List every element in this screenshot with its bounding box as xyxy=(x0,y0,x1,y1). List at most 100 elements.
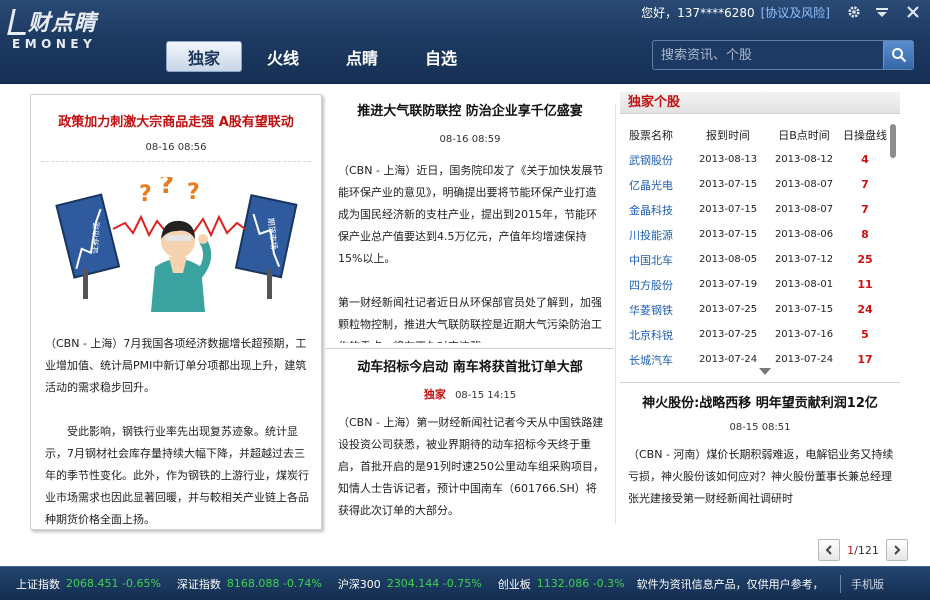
article-title[interactable]: 动车招标今启动 南车将获首批订单大部 xyxy=(326,356,614,375)
market-ticker: 上证指数 2068.451 -0.65% 深证指数 8168.088 -0.74% … xyxy=(0,566,930,600)
emoney-logo: 财点睛 EMONEY xyxy=(7,5,138,53)
mobile-version-link[interactable]: 手机版 xyxy=(851,576,884,592)
table-scrollbar[interactable] xyxy=(890,124,896,158)
exclusive-stocks-table: 股票名称 报到时间 日B点时间 日操盘线 武钢股份 2013-08-13 2013-… xyxy=(620,122,888,372)
index-name: 沪深300 xyxy=(337,577,381,591)
bpoint-date: 2013-08-01 xyxy=(774,279,834,290)
search-icon xyxy=(891,48,906,63)
article-time: 08-15 08:51 xyxy=(729,422,791,433)
bpoint-date: 2013-07-24 xyxy=(774,354,834,365)
index-name: 创业板 xyxy=(497,577,531,591)
report-date: 2013-08-05 xyxy=(698,254,758,265)
market-illustration: 证券市场 期货市场 ? ? ? xyxy=(55,177,298,312)
disclaimer-notice: 软件为资讯信息产品，仅供用户参考， xyxy=(636,577,824,591)
column-header: 日操盘线 xyxy=(843,128,887,142)
stock-name-link[interactable]: 武钢股份 xyxy=(620,152,690,168)
stock-name-link[interactable]: 华菱钢铁 xyxy=(620,302,690,318)
logo-subtext: EMONEY xyxy=(12,37,97,51)
table-row[interactable]: 金晶科技 2013-07-15 2013-08-07 7 xyxy=(620,197,888,222)
chevron-left-icon xyxy=(825,545,832,555)
bpoint-date: 2013-08-12 xyxy=(774,154,834,165)
days-count: 4 xyxy=(861,153,869,166)
featured-article-card[interactable]: 政策加力刺激大宗商品走强 A股有望联动 08-16 08:56 证券市场 期货市… xyxy=(30,94,322,530)
svg-text:?: ? xyxy=(139,182,152,207)
column-header: 报到时间 xyxy=(706,128,750,142)
days-count: 25 xyxy=(857,253,873,266)
tab-hotline[interactable]: 火线 xyxy=(245,41,321,72)
exclusive-tag: 独家 xyxy=(423,388,446,401)
bpoint-date: 2013-07-15 xyxy=(774,304,834,315)
days-count: 17 xyxy=(857,353,873,366)
table-header-row: 股票名称 报到时间 日B点时间 日操盘线 xyxy=(620,122,888,147)
ticker-item[interactable]: 深证指数 8168.088 -0.74% xyxy=(177,576,322,592)
table-row[interactable]: 亿晶光电 2013-07-15 2013-08-07 7 xyxy=(620,172,888,197)
minimize-button[interactable] xyxy=(868,0,896,24)
bpoint-date: 2013-07-12 xyxy=(774,254,834,265)
tab-exclusive[interactable]: 独家 xyxy=(166,41,242,72)
featured-article-time: 08-16 08:56 xyxy=(145,142,207,153)
total-pages: /121 xyxy=(854,543,879,557)
article-paragraph: 第一财经新闻社记者近日从环保部官员处了解到，加强颗粒物控制，推进大气联防联控是近… xyxy=(338,296,602,343)
next-page-button[interactable] xyxy=(886,539,908,561)
stock-name-link[interactable]: 四方股份 xyxy=(620,277,690,293)
table-row[interactable]: 四方股份 2013-07-19 2013-08-01 11 xyxy=(620,272,888,297)
index-value: 8168.088 -0.74% xyxy=(226,577,322,590)
stock-name-link[interactable]: 川投能源 xyxy=(620,227,690,243)
search-input[interactable] xyxy=(653,41,883,69)
article-title[interactable]: 神火股份:战略西移 明年望贡献利润12亿 xyxy=(620,392,900,411)
bpoint-date: 2013-08-06 xyxy=(774,229,834,240)
divider xyxy=(620,382,900,383)
table-row[interactable]: 武钢股份 2013-08-13 2013-08-12 4 xyxy=(620,147,888,172)
close-button[interactable] xyxy=(896,0,930,24)
report-date: 2013-07-25 xyxy=(698,329,758,340)
settings-button[interactable] xyxy=(840,0,868,24)
divider xyxy=(41,161,311,162)
index-value: 2304.144 -0.75% xyxy=(386,577,482,590)
table-row[interactable]: 华菱钢铁 2013-07-25 2013-07-15 24 xyxy=(620,297,888,322)
logo-text: 财点睛 xyxy=(28,11,98,36)
report-date: 2013-07-15 xyxy=(698,204,758,215)
user-greeting: 您好，137****6280 xyxy=(641,5,755,20)
close-icon xyxy=(907,6,919,18)
tab-dianjing[interactable]: 点睛 xyxy=(324,41,400,72)
search-box xyxy=(652,40,914,70)
prev-page-button[interactable] xyxy=(818,539,840,561)
top-right-bar: 您好，137****6280 [协议及风险] xyxy=(641,0,930,24)
report-date: 2013-07-15 xyxy=(698,179,758,190)
main-content: 政策加力刺激大宗商品走强 A股有望联动 08-16 08:56 证券市场 期货市… xyxy=(0,84,930,566)
chevron-right-icon xyxy=(894,545,901,555)
protocol-link[interactable]: [协议及风险] xyxy=(761,4,830,21)
article-title[interactable]: 推进大气联防联控 防治企业享千亿盛宴 xyxy=(326,100,614,119)
days-count: 11 xyxy=(857,278,873,291)
middle-column: 推进大气联防联控 防治企业享千亿盛宴 08-16 08:59 （CBN - 上海… xyxy=(326,94,614,554)
article-time: 08-16 08:59 xyxy=(439,134,501,145)
column-divider xyxy=(615,104,616,524)
divider xyxy=(840,575,841,593)
column-header: 股票名称 xyxy=(629,128,673,142)
table-row[interactable]: 中国北车 2013-08-05 2013-07-12 25 xyxy=(620,247,888,272)
featured-article-title[interactable]: 政策加力刺激大宗商品走强 A股有望联动 xyxy=(31,111,321,130)
stock-name-link[interactable]: 亿晶光电 xyxy=(620,177,690,193)
table-row[interactable]: 川投能源 2013-07-15 2013-08-06 8 xyxy=(620,222,888,247)
table-row[interactable]: 北京科锐 2013-07-25 2013-07-16 5 xyxy=(620,322,888,347)
ticker-item[interactable]: 创业板 1132.086 -0.3% xyxy=(498,576,625,592)
expand-more-icon[interactable] xyxy=(759,368,771,375)
index-value: 2068.451 -0.65% xyxy=(66,577,161,590)
ticker-item[interactable]: 沪深300 2304.144 -0.75% xyxy=(338,576,482,592)
stock-name-link[interactable]: 中国北车 xyxy=(620,252,690,268)
article-meta: 独家 08-15 14:15 xyxy=(326,386,614,402)
ticker-right: 手机版 xyxy=(834,567,930,600)
bpoint-date: 2013-08-07 xyxy=(774,204,834,215)
svg-text:?: ? xyxy=(187,180,200,205)
index-value: 1132.086 -0.3% xyxy=(536,577,625,590)
article-body: （CBN - 上海）近日，国务院印发了《关于加快发展节能环保产业的意见》，明确提… xyxy=(338,160,606,343)
search-button[interactable] xyxy=(883,41,913,69)
stock-name-link[interactable]: 北京科锐 xyxy=(620,327,690,343)
table-row[interactable]: 长城汽车 2013-07-24 2013-07-24 17 xyxy=(620,347,888,372)
featured-article-paragraph: 受此影响，钢铁行业率先出现复苏迹象。统计显示，7月钢材社会库存量持续大幅下降，并… xyxy=(45,425,309,526)
stock-name-link[interactable]: 长城汽车 xyxy=(620,352,690,368)
stock-name-link[interactable]: 金晶科技 xyxy=(620,202,690,218)
ticker-item[interactable]: 上证指数 2068.451 -0.65% xyxy=(16,576,161,592)
gear-icon xyxy=(848,6,860,18)
tab-watchlist[interactable]: 自选 xyxy=(403,41,479,72)
